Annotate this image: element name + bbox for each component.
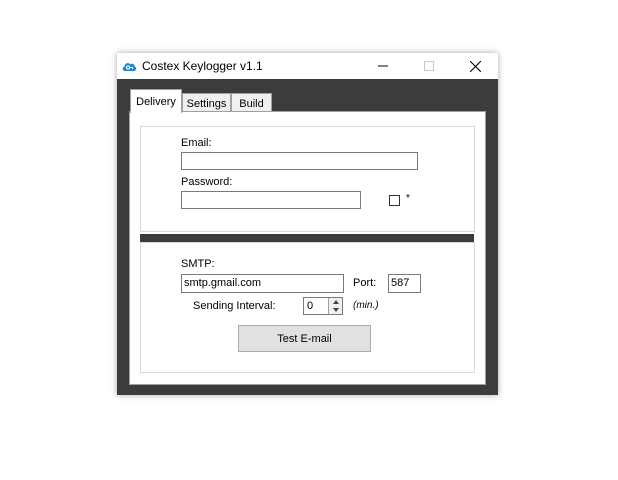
cloud-key-icon: [121, 58, 137, 74]
test-email-button[interactable]: Test E-mail: [238, 325, 371, 352]
window-title: Costex Keylogger v1.1: [142, 59, 263, 73]
sending-interval-stepper[interactable]: 0: [303, 297, 343, 315]
section-divider: [140, 234, 474, 242]
port-field[interactable]: 587: [388, 274, 421, 293]
password-label: Password:: [181, 176, 233, 188]
minimize-icon: [378, 65, 388, 67]
close-button[interactable]: [452, 53, 498, 79]
title-bar[interactable]: Costex Keylogger v1.1: [117, 53, 498, 79]
tab-delivery[interactable]: Delivery: [130, 89, 182, 113]
tab-build[interactable]: Build: [231, 93, 272, 113]
email-group: Email: Password: *: [140, 126, 475, 232]
tab-settings[interactable]: Settings: [182, 93, 231, 113]
close-icon: [469, 60, 481, 72]
stepper-down-button[interactable]: [329, 306, 342, 314]
chevron-up-icon: [332, 300, 339, 304]
smtp-label: SMTP:: [181, 258, 215, 270]
tab-settings-label: Settings: [186, 97, 227, 110]
email-label: Email:: [181, 137, 212, 149]
tab-build-label: Build: [239, 97, 264, 110]
chevron-down-icon: [332, 308, 339, 312]
show-password-checkbox[interactable]: [389, 195, 400, 206]
tab-delivery-label: Delivery: [136, 95, 176, 108]
sending-interval-label: Sending Interval:: [193, 300, 276, 312]
maximize-button[interactable]: [406, 53, 452, 79]
delivery-panel: Email: Password: * SMTP: smtp.gmail.com …: [129, 111, 486, 385]
test-email-button-label: Test E-mail: [277, 332, 332, 345]
password-field[interactable]: [181, 191, 361, 209]
interval-unit-label: (min.): [353, 300, 379, 311]
sending-interval-value: 0: [307, 300, 314, 312]
minimize-button[interactable]: [360, 53, 406, 79]
stepper-up-button[interactable]: [329, 298, 342, 306]
show-password-checkbox-label: *: [406, 193, 410, 204]
smtp-group: SMTP: smtp.gmail.com Port: 587 Sending I…: [140, 242, 475, 373]
smtp-server-field[interactable]: smtp.gmail.com: [181, 274, 344, 293]
tab-strip: Delivery Settings Build: [127, 79, 488, 113]
port-label: Port:: [353, 277, 377, 289]
app-window: Costex Keylogger v1.1 Delivery Settings …: [117, 53, 498, 395]
stepper-buttons: [328, 298, 342, 314]
email-field[interactable]: [181, 152, 418, 170]
maximize-icon: [424, 61, 434, 71]
